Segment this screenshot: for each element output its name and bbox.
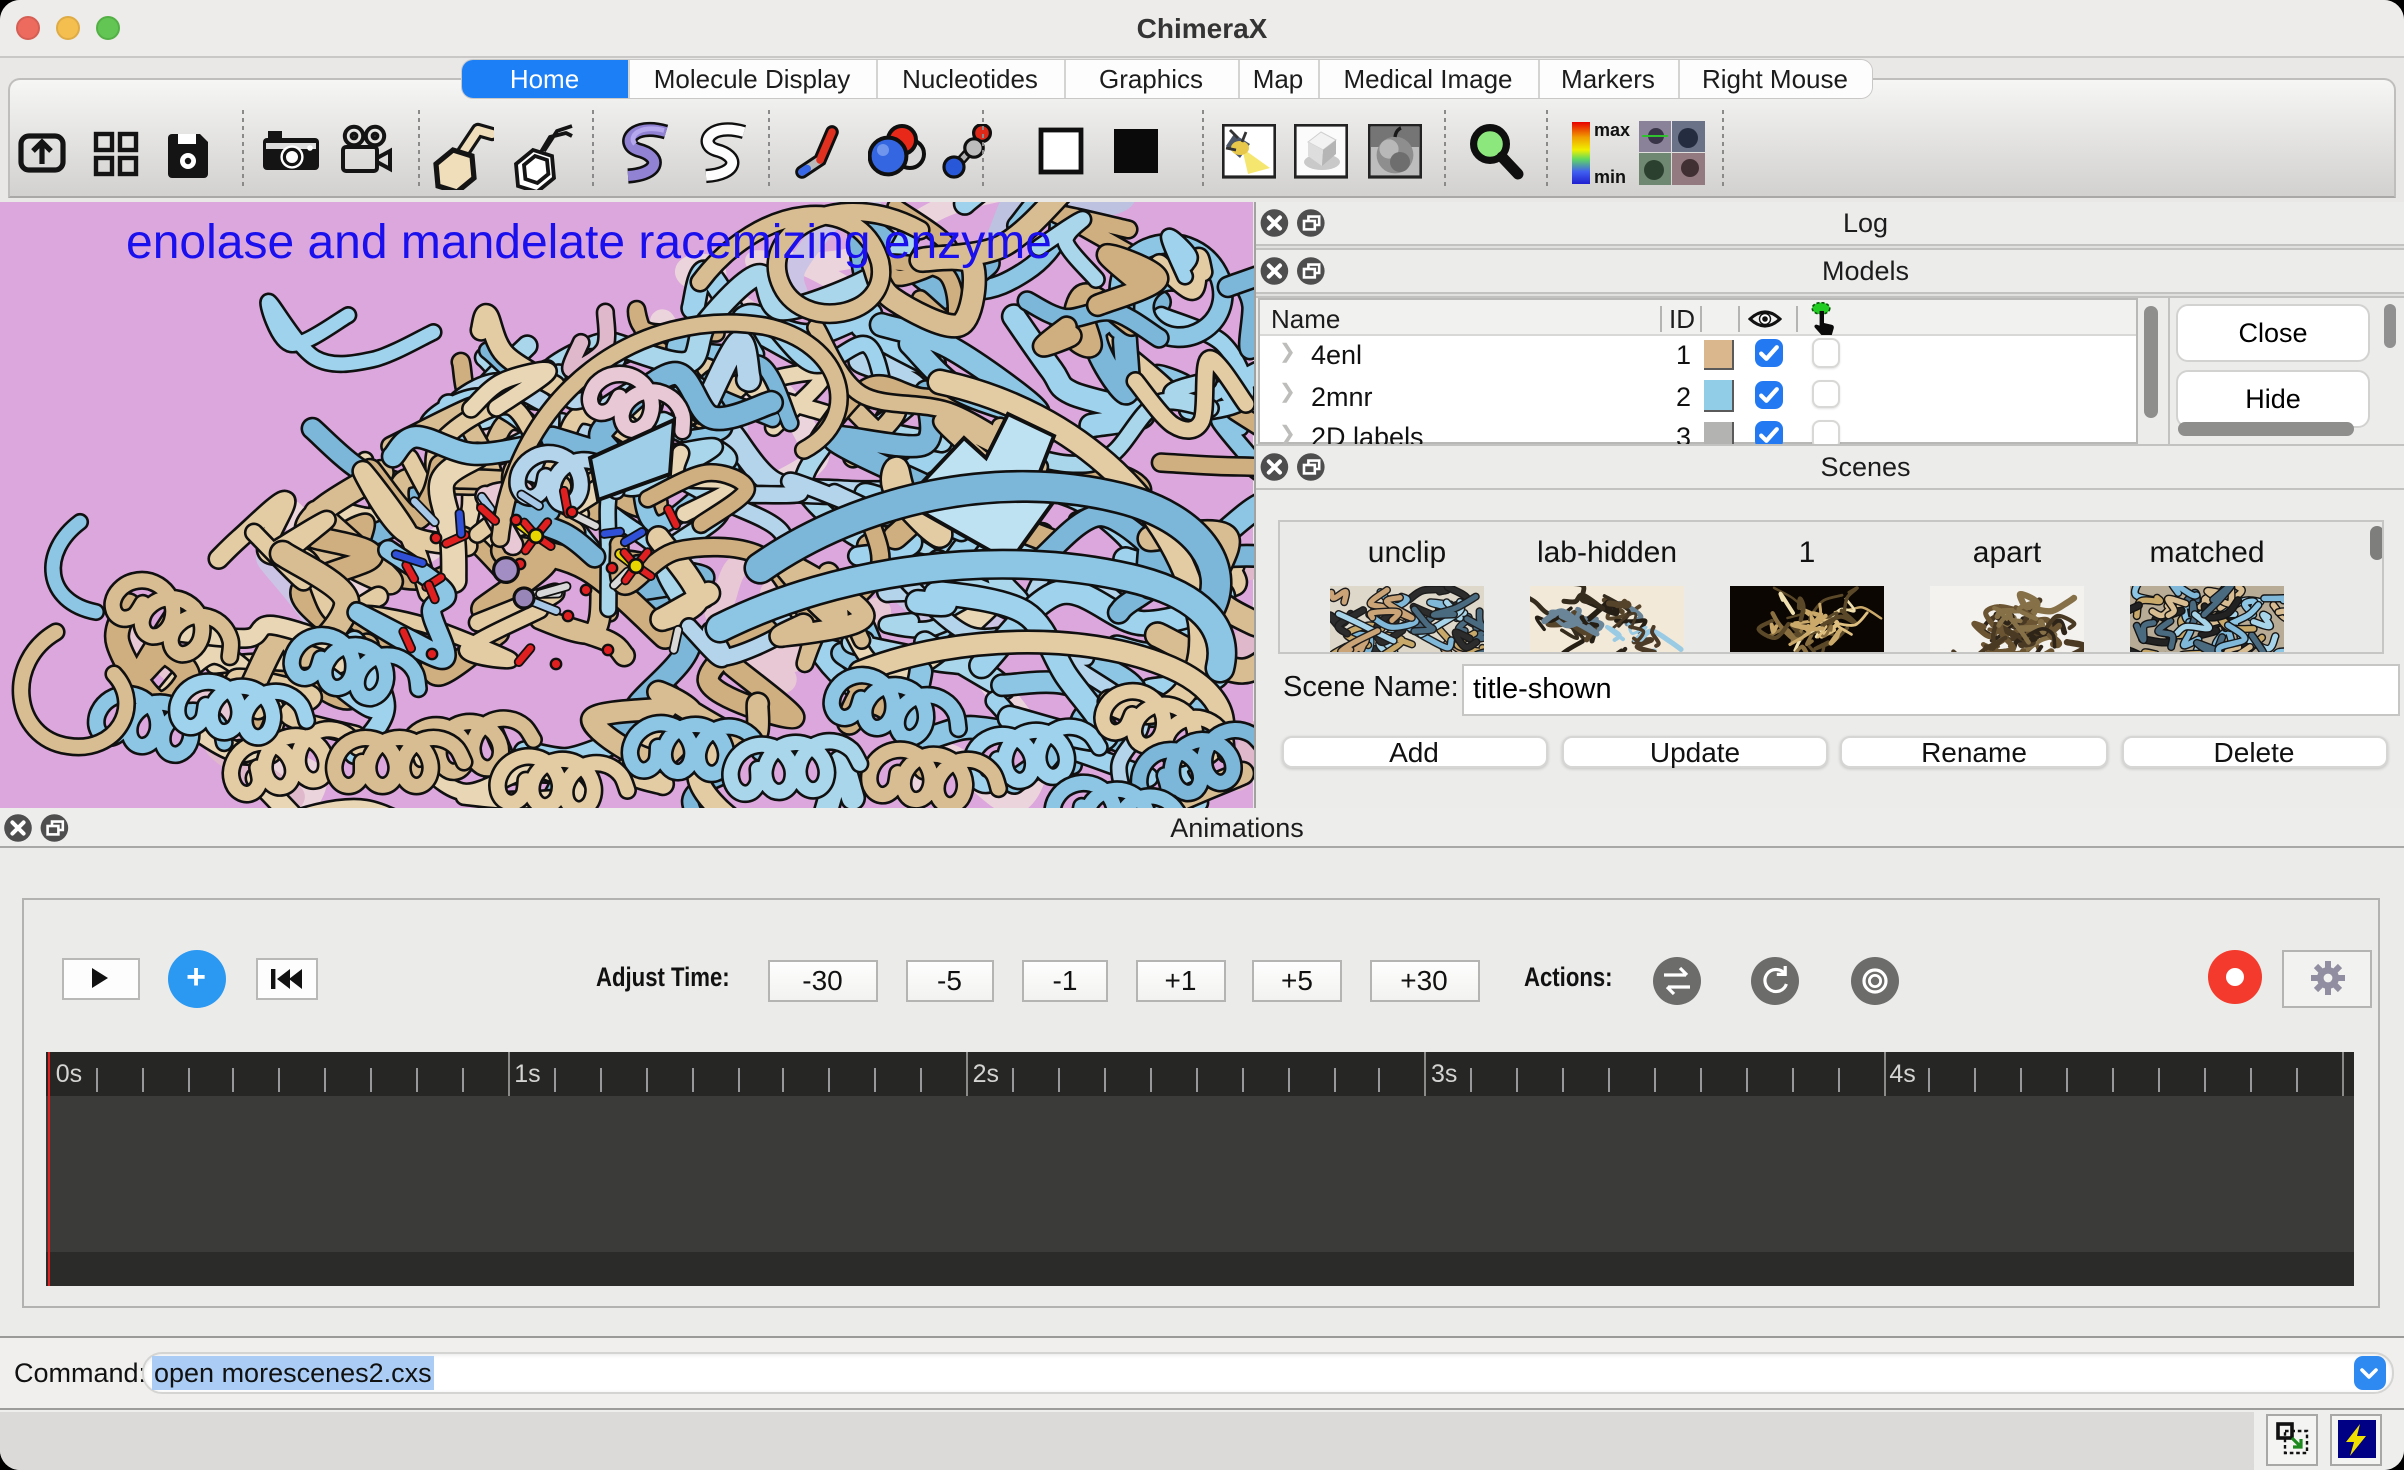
svg-text:enolase and mandelate racemizi: enolase and mandelate racemizing enzyme xyxy=(126,216,1052,269)
svg-text:max: max xyxy=(1594,120,1630,140)
svg-text:Models: Models xyxy=(1821,256,1908,286)
svg-text:Scenes: Scenes xyxy=(1819,451,1909,481)
svg-text:Log: Log xyxy=(1842,208,1887,238)
svg-text:min: min xyxy=(1594,167,1626,186)
svg-text:Animations: Animations xyxy=(1170,812,1304,842)
